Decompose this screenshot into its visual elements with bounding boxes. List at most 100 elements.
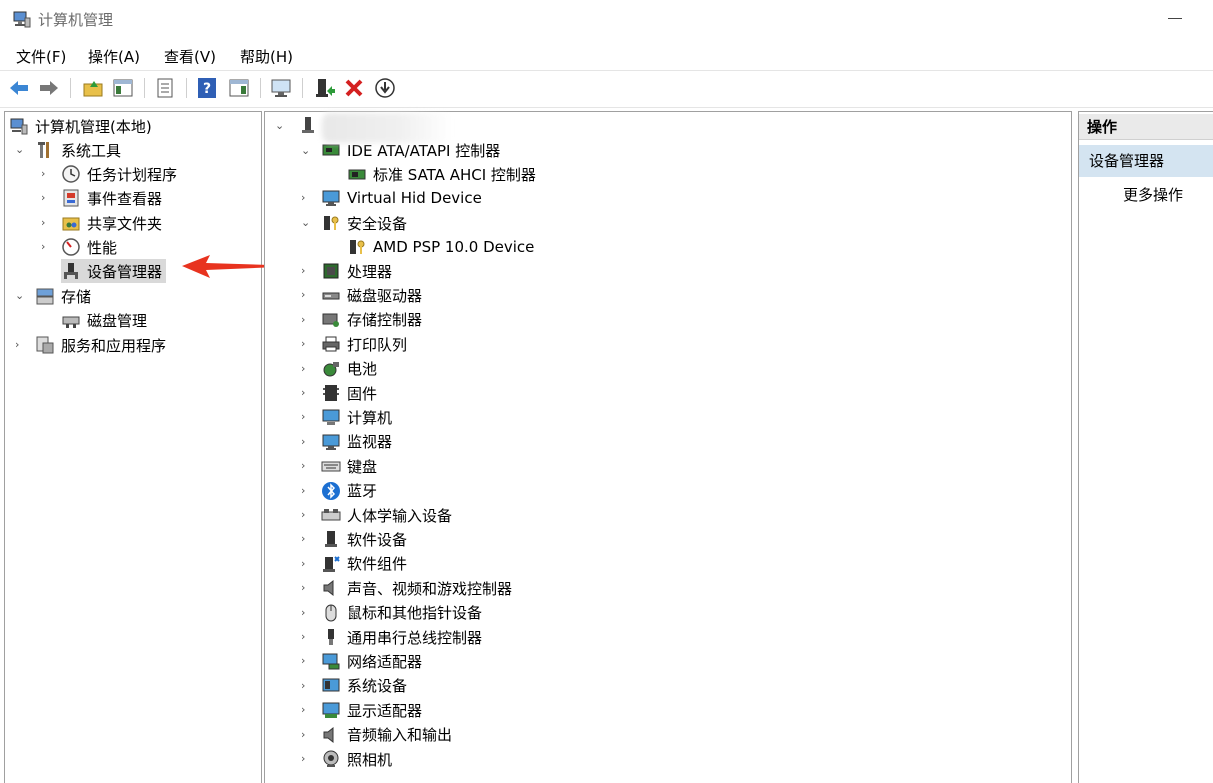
- chevron-right-icon[interactable]: ›: [301, 410, 305, 423]
- show-console-tree-icon[interactable]: [112, 77, 134, 99]
- back-arrow-icon[interactable]: [8, 77, 30, 99]
- device-category[interactable]: 固件: [321, 381, 377, 405]
- chevron-down-icon[interactable]: ⌄: [15, 143, 24, 156]
- chevron-right-icon[interactable]: ›: [15, 338, 19, 351]
- device-category[interactable]: 存储控制器: [321, 308, 422, 332]
- monitor-icon[interactable]: [270, 77, 292, 99]
- chevron-right-icon[interactable]: ›: [301, 581, 305, 594]
- tree-item-system-tools[interactable]: 系统工具: [35, 138, 121, 162]
- actions-section-device-manager[interactable]: 设备管理器: [1079, 145, 1213, 177]
- device-category[interactable]: 软件设备: [321, 527, 407, 551]
- chevron-right-icon[interactable]: ›: [301, 288, 305, 301]
- chevron-down-icon[interactable]: ⌄: [15, 289, 24, 302]
- device-category[interactable]: Virtual Hid Device: [321, 186, 482, 210]
- device-category[interactable]: 监视器: [321, 430, 392, 454]
- forward-arrow-icon[interactable]: [38, 77, 60, 99]
- chevron-right-icon[interactable]: ›: [301, 703, 305, 716]
- printer-icon: [322, 336, 340, 352]
- tree-item-event-viewer[interactable]: 事件查看器: [61, 186, 162, 210]
- chevron-right-icon[interactable]: ›: [301, 679, 305, 692]
- chevron-right-icon[interactable]: ›: [301, 191, 305, 204]
- bluetooth-icon: [322, 481, 340, 500]
- device-category[interactable]: 通用串行总线控制器: [321, 625, 482, 649]
- chevron-right-icon[interactable]: ›: [301, 630, 305, 643]
- up-folder-icon[interactable]: [82, 77, 104, 99]
- tree-item-disk-management[interactable]: 磁盘管理: [61, 308, 147, 332]
- device-category[interactable]: 安全设备: [321, 211, 407, 235]
- download-circle-icon[interactable]: [374, 77, 396, 99]
- device-category[interactable]: 键盘: [321, 454, 377, 478]
- update-driver-icon[interactable]: [314, 77, 336, 99]
- device-category[interactable]: 磁盘驱动器: [321, 283, 422, 307]
- chevron-right-icon[interactable]: ›: [41, 240, 45, 253]
- more-actions-link[interactable]: 更多操作: [1123, 184, 1183, 205]
- chevron-right-icon[interactable]: ›: [301, 386, 305, 399]
- chevron-right-icon[interactable]: ›: [301, 435, 305, 448]
- menu-help[interactable]: 帮助(H): [240, 46, 293, 67]
- chevron-down-icon[interactable]: ⌄: [301, 216, 310, 229]
- device-category[interactable]: 声音、视频和游戏控制器: [321, 576, 512, 600]
- chevron-down-icon[interactable]: ⌄: [275, 119, 284, 132]
- chevron-right-icon[interactable]: ›: [41, 191, 45, 204]
- menu-file[interactable]: 文件(F): [16, 46, 66, 67]
- tree-item-shared-folders[interactable]: 共享文件夹: [61, 211, 162, 235]
- device-category[interactable]: 蓝牙: [321, 479, 377, 503]
- chevron-right-icon[interactable]: ›: [301, 264, 305, 277]
- chevron-right-icon[interactable]: ›: [301, 484, 305, 497]
- device-label: 安全设备: [347, 214, 408, 233]
- chevron-right-icon[interactable]: ›: [301, 313, 305, 326]
- device-category[interactable]: 软件组件: [321, 552, 407, 576]
- gauge-icon: [62, 238, 80, 256]
- show-action-pane-icon[interactable]: [228, 77, 250, 99]
- device-category[interactable]: 处理器: [321, 259, 392, 283]
- console-tree: 计算机管理(本地) ⌄ 系统工具 › 任务计划程序 › 事件查看器 › 共享文件…: [4, 111, 262, 783]
- chevron-right-icon[interactable]: ›: [301, 532, 305, 545]
- properties-icon[interactable]: [154, 77, 176, 99]
- chevron-right-icon[interactable]: ›: [41, 216, 45, 229]
- chevron-right-icon[interactable]: ›: [301, 606, 305, 619]
- minimize-button[interactable]: [1168, 18, 1182, 19]
- device-category[interactable]: 音频输入和输出: [321, 723, 452, 747]
- chevron-right-icon[interactable]: ›: [301, 362, 305, 375]
- chevron-right-icon[interactable]: ›: [301, 728, 305, 741]
- device-category[interactable]: 显示适配器: [321, 698, 422, 722]
- menu-view[interactable]: 查看(V): [164, 46, 216, 67]
- device-item-sata[interactable]: 标准 SATA AHCI 控制器: [347, 162, 536, 186]
- device-category[interactable]: 计算机: [321, 405, 392, 429]
- tree-item-device-manager[interactable]: 设备管理器: [61, 259, 167, 283]
- tree-item-services-apps[interactable]: 服务和应用程序: [35, 333, 166, 357]
- toolbar-separator: [260, 78, 261, 98]
- tree-label: 任务计划程序: [87, 165, 178, 184]
- device-category[interactable]: 打印队列: [321, 332, 407, 356]
- chevron-right-icon[interactable]: ›: [301, 654, 305, 667]
- tree-item-performance[interactable]: 性能: [61, 235, 117, 259]
- menu-action[interactable]: 操作(A): [88, 46, 140, 67]
- tree-item-storage[interactable]: 存储: [35, 284, 91, 308]
- device-category[interactable]: 网络适配器: [321, 649, 422, 673]
- menu-bar: 文件(F) 操作(A) 查看(V) 帮助(H): [0, 42, 1213, 70]
- chevron-down-icon[interactable]: ⌄: [301, 144, 310, 157]
- chevron-right-icon[interactable]: ›: [301, 337, 305, 350]
- chevron-right-icon[interactable]: ›: [301, 557, 305, 570]
- device-category[interactable]: 鼠标和其他指针设备: [321, 601, 482, 625]
- device-category[interactable]: AMD PSP 10.0 Device: [347, 235, 534, 259]
- chevron-right-icon[interactable]: ›: [301, 459, 305, 472]
- toolbar-separator: [302, 78, 303, 98]
- uninstall-x-icon[interactable]: [343, 77, 365, 99]
- chevron-right-icon[interactable]: ›: [301, 752, 305, 765]
- speaker-icon: [323, 580, 334, 597]
- device-category[interactable]: 电池: [321, 357, 377, 381]
- tree-item-task-scheduler[interactable]: 任务计划程序: [61, 162, 177, 186]
- chevron-right-icon[interactable]: ›: [301, 508, 305, 521]
- storage-icon: [322, 313, 339, 327]
- chevron-right-icon[interactable]: ›: [41, 167, 45, 180]
- clock-icon: [62, 165, 80, 183]
- toolbar-separator: [186, 78, 187, 98]
- tree-item-root[interactable]: 计算机管理(本地): [9, 114, 152, 138]
- device-category[interactable]: 照相机: [321, 747, 392, 771]
- help-icon[interactable]: ?: [196, 77, 218, 99]
- chip-icon: [323, 263, 339, 279]
- tree-label: 存储: [61, 287, 92, 306]
- device-category[interactable]: 系统设备: [321, 674, 407, 698]
- device-category[interactable]: 人体学输入设备: [321, 503, 452, 527]
